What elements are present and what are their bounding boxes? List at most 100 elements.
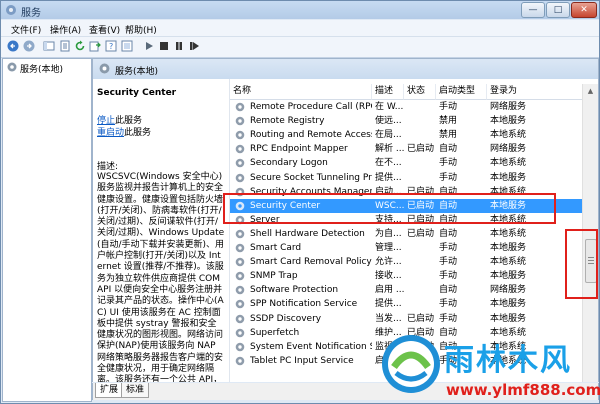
service-status: 已启动 <box>407 313 435 324</box>
column-header-status[interactable]: 状态 <box>404 84 436 100</box>
service-gear-icon <box>235 300 245 309</box>
column-header-name[interactable]: 名称 <box>230 84 372 100</box>
console-tree-icon[interactable] <box>43 40 55 52</box>
menu-file[interactable]: 文件(F) <box>11 23 41 36</box>
service-name: Remote Procedure Call (RPC) ... <box>250 102 372 112</box>
tab-extended[interactable]: 扩展 <box>95 383 124 398</box>
table-row[interactable]: Secure Socket Tunneling Prot...提供... 手动 本地… <box>230 171 582 185</box>
service-startup-type: 手动 <box>439 172 458 183</box>
service-gear-icon <box>235 243 245 253</box>
refresh-icon[interactable] <box>74 40 86 52</box>
service-name: Software Protection <box>250 285 339 296</box>
menu-view[interactable]: 查看(V) <box>89 23 120 36</box>
highlight-box-scrollbar <box>565 229 598 299</box>
close-button[interactable]: ✕ <box>571 2 597 18</box>
service-gear-icon <box>235 130 245 140</box>
service-gear-icon <box>235 159 245 168</box>
console-tree: 服务(本地) <box>2 58 92 402</box>
table-row[interactable]: Remote Procedure Call (RPC) ...在 W... 手动 网… <box>230 100 582 114</box>
watermark: 雨林木风 www.ylmf888.com <box>380 331 600 403</box>
service-description: 提供... <box>375 299 402 310</box>
show-hide-icon[interactable] <box>121 40 133 52</box>
ylmf-logo-icon <box>382 335 440 393</box>
service-description-text: WSCSVC(Windows 安全中心)服务监视并报告计算机上的安全健康设置。健… <box>97 172 225 382</box>
title-bar: 服务 — □ ✕ <box>1 1 599 19</box>
watermark-url: www.ylmf888.com <box>446 381 600 399</box>
stop-icon[interactable] <box>158 40 170 52</box>
start-icon[interactable] <box>143 40 155 52</box>
service-logon-as: 本地系统 <box>490 158 527 169</box>
back-arrow-icon[interactable] <box>7 40 19 52</box>
menu-action[interactable]: 操作(A) <box>50 23 81 36</box>
table-row[interactable]: SPP Notification Service 提供... 手动 本地服务 <box>230 297 582 311</box>
column-header-startup-type[interactable]: 启动类型 <box>436 84 487 100</box>
service-description: 使远... <box>375 116 402 127</box>
service-description: 在 W... <box>375 102 404 112</box>
properties-icon[interactable] <box>59 40 71 52</box>
menu-help[interactable]: 帮助(H) <box>125 23 157 36</box>
service-gear-icon <box>235 144 245 154</box>
restart-link-suffix: 此服务 <box>124 128 152 138</box>
toolbar: ? <box>1 37 599 58</box>
table-row[interactable]: Smart Card 管理... 手动 本地服务 <box>230 241 582 255</box>
selected-service-title: Security Center <box>97 88 177 98</box>
tab-standard[interactable]: 标准 <box>121 383 150 398</box>
restart-service-link[interactable]: 重启动 <box>97 125 124 138</box>
help-icon[interactable]: ? <box>105 40 117 52</box>
forward-arrow-icon[interactable] <box>23 40 35 52</box>
service-logon-as: 本地服务 <box>490 299 527 310</box>
service-description: 允许... <box>375 257 402 268</box>
service-startup-type: 自动 <box>439 228 458 239</box>
service-logon-as: 本地服务 <box>490 172 527 183</box>
table-row[interactable]: Secondary Logon 在不... 手动 本地系统 <box>230 156 582 170</box>
service-name: Smart Card Removal Policy <box>250 257 372 268</box>
table-row[interactable]: Shell Hardware Detection 为自... 已启动 自动 本地系统 <box>230 227 582 241</box>
service-description: 启用 ... <box>375 285 404 296</box>
column-header-logon-as[interactable]: 登录为 <box>487 84 583 100</box>
minimize-button[interactable]: — <box>521 2 545 18</box>
service-logon-as: 网络服务 <box>490 102 527 112</box>
watermark-title: 雨林木风 <box>444 343 572 378</box>
service-startup-type: 自动 <box>439 285 458 296</box>
service-gear-icon <box>235 356 245 366</box>
service-gear-icon <box>235 285 245 295</box>
column-header-description[interactable]: 描述 <box>372 84 404 100</box>
column-header-logon-as-label: 登录为 <box>490 86 518 96</box>
service-gear-icon <box>235 328 245 337</box>
table-row[interactable]: Remote Registry 使远... 禁用 本地服务 <box>230 114 582 128</box>
service-startup-type: 禁用 <box>439 116 458 127</box>
pause-icon[interactable] <box>173 40 185 52</box>
panel-header: 服务(本地) <box>92 58 599 80</box>
service-logon-as: 网络服务 <box>490 144 527 155</box>
service-description: 在不... <box>375 158 402 169</box>
column-header-name-label: 名称 <box>233 86 252 96</box>
service-startup-type: 手动 <box>439 243 458 253</box>
window-title: 服务 <box>21 8 41 19</box>
service-name: SNMP Trap <box>250 271 298 282</box>
service-description: 管理... <box>375 243 402 253</box>
tree-item-services-local[interactable]: 服务(本地) <box>20 62 63 75</box>
service-name: Secure Socket Tunneling Prot... <box>250 172 372 183</box>
table-row[interactable]: Smart Card Removal Policy 允许... 手动 本地系统 <box>230 255 582 269</box>
table-row[interactable]: SSDP Discovery 当发... 已启动 手动 本地服务 <box>230 312 582 326</box>
service-startup-type: 手动 <box>439 271 458 282</box>
service-description: 为自... <box>375 228 402 239</box>
description-label: 描述: <box>97 162 119 172</box>
scroll-up-arrow-icon[interactable]: ▲ <box>583 84 598 98</box>
service-description: 在局... <box>375 130 402 141</box>
service-name: Secondary Logon <box>250 158 328 169</box>
services-app-icon <box>6 5 16 15</box>
restart-icon[interactable] <box>188 40 200 52</box>
highlight-box-selected-service <box>223 193 556 224</box>
table-row[interactable]: RPC Endpoint Mapper 解析 ... 已启动 自动 网络服务 <box>230 142 582 156</box>
services-gear-icon <box>7 62 17 72</box>
maximize-button[interactable]: □ <box>546 2 570 18</box>
table-row[interactable]: Software Protection 启用 ... 自动 网络服务 <box>230 283 582 297</box>
service-gear-icon <box>235 116 245 126</box>
service-startup-type: 手动 <box>439 158 458 169</box>
service-name: Routing and Remote Access <box>250 130 372 141</box>
table-row[interactable]: Routing and Remote Access 在局... 禁用 本地系统 <box>230 128 582 142</box>
service-gear-icon <box>235 342 245 351</box>
export-list-icon[interactable] <box>89 40 101 52</box>
table-row[interactable]: SNMP Trap 接收... 手动 本地服务 <box>230 269 582 283</box>
